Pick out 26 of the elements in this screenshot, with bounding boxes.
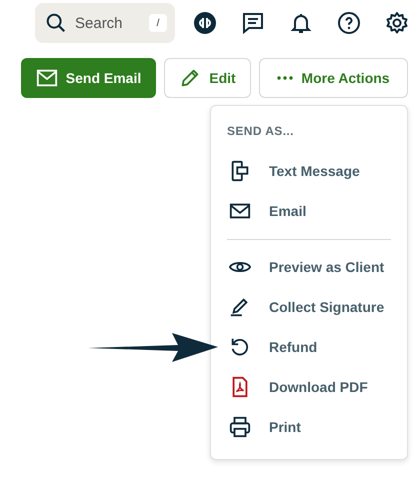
- settings-icon[interactable]: [385, 11, 409, 35]
- help-icon[interactable]: [337, 11, 361, 35]
- edit-button[interactable]: Edit: [164, 58, 251, 98]
- menu-item[interactable]: Download PDF: [227, 367, 391, 407]
- menu-item[interactable]: Print: [227, 407, 391, 447]
- undo-icon: [229, 336, 251, 358]
- brand-logo-icon[interactable]: [193, 11, 217, 35]
- menu-item[interactable]: Text Message: [227, 151, 391, 191]
- pencil-icon: [179, 67, 202, 89]
- notification-bell-icon[interactable]: [289, 11, 313, 35]
- menu-item[interactable]: Preview as Client: [227, 247, 391, 287]
- envelope-icon: [36, 67, 58, 89]
- printer-icon: [229, 416, 251, 438]
- more-dots-icon: [277, 76, 294, 80]
- chat-icon[interactable]: [241, 11, 265, 35]
- more-actions-button[interactable]: More Actions: [259, 58, 408, 98]
- send-email-button[interactable]: Send Email: [21, 58, 156, 98]
- phone-message-icon: [229, 160, 251, 182]
- menu-item[interactable]: Email: [227, 191, 391, 231]
- search-icon: [45, 12, 67, 34]
- menu-header: SEND AS...: [227, 124, 295, 140]
- search-field[interactable]: Search: [75, 14, 141, 32]
- shortcut-key: /: [149, 14, 167, 32]
- menu-item[interactable]: Collect Signature: [227, 287, 391, 327]
- search-bar[interactable]: Search /: [35, 3, 175, 43]
- menu-item[interactable]: Refund: [227, 327, 391, 367]
